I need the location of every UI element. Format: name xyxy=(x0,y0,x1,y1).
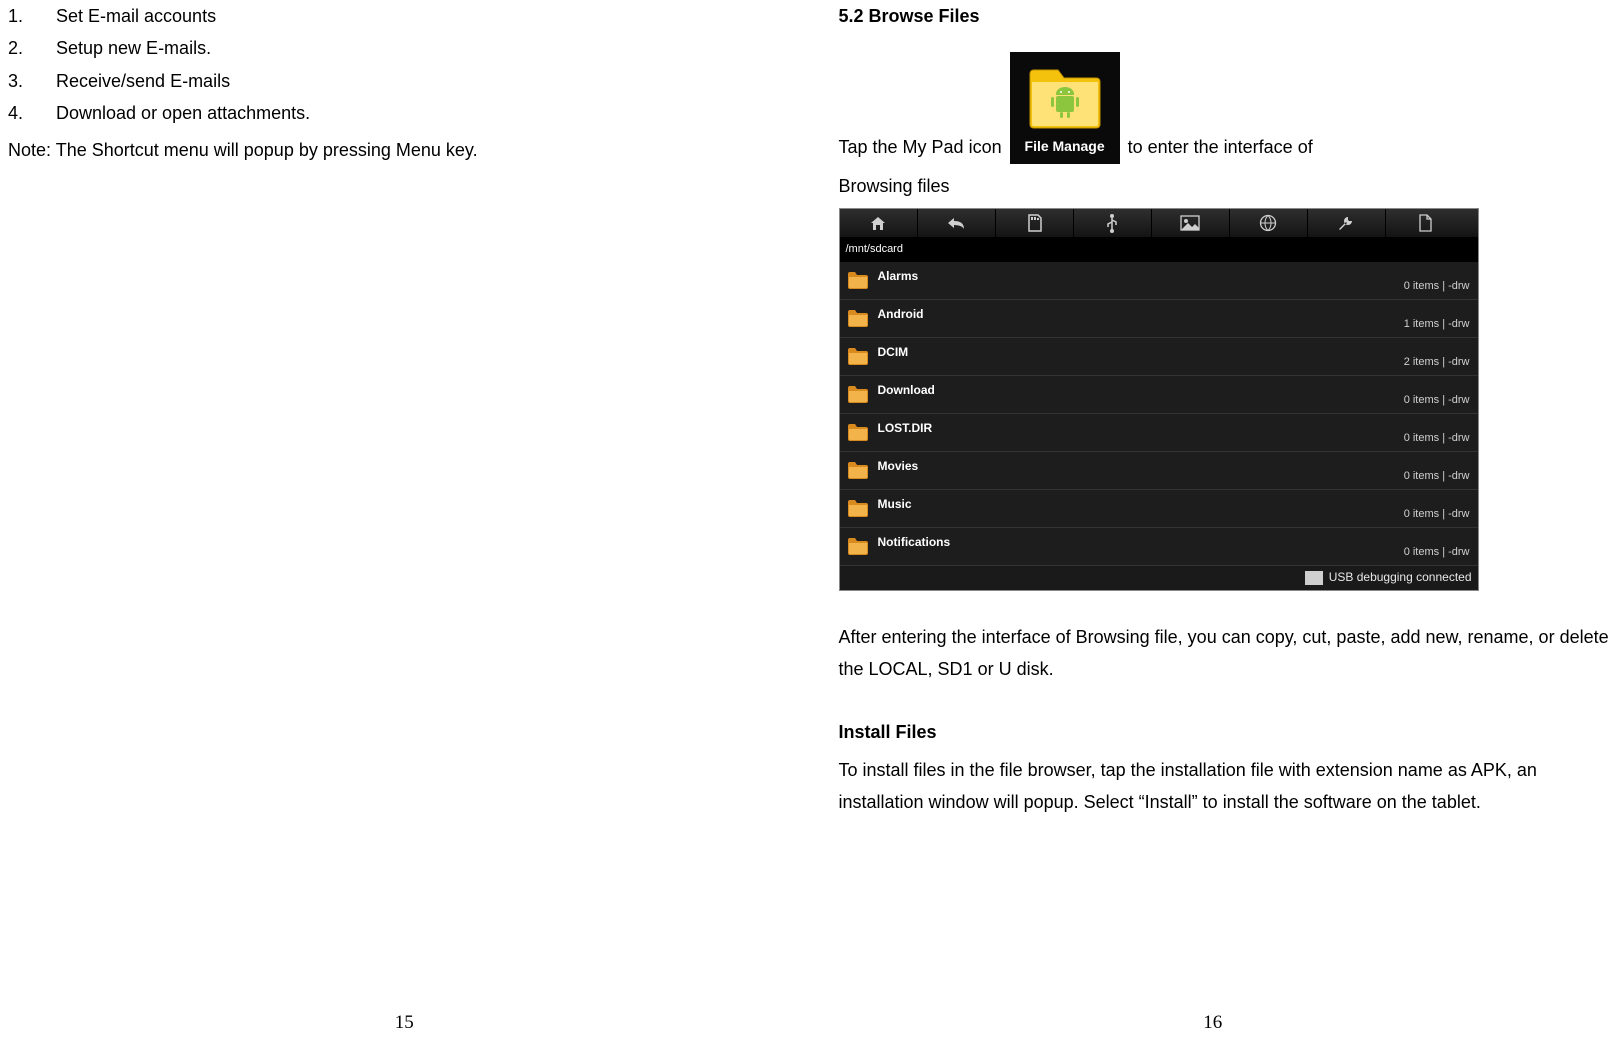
page-number-left: 15 xyxy=(0,1006,809,1040)
folder-android-icon xyxy=(1020,58,1110,132)
note-text: Note: The Shortcut menu will popup by pr… xyxy=(8,134,779,166)
file-name: Download xyxy=(878,380,935,402)
toolbar-home-icon[interactable] xyxy=(840,209,918,237)
list-text: Set E-mail accounts xyxy=(56,6,216,26)
list-item: 4. Download or open attachments. xyxy=(56,97,779,129)
file-manager-rows: Alarms 0 items | -drw Android 1 items | -dr… xyxy=(840,262,1478,566)
file-manager-toolbar xyxy=(840,209,1478,238)
toolbar-sdcard-icon[interactable] xyxy=(996,209,1074,237)
file-name: Alarms xyxy=(878,266,919,288)
install-files-heading: Install Files xyxy=(839,716,1610,748)
file-name: Android xyxy=(878,304,924,326)
file-name: Notifications xyxy=(878,532,951,554)
file-row[interactable]: Notifications 0 items | -drw xyxy=(840,528,1478,566)
file-name: Music xyxy=(878,494,912,516)
folder-icon xyxy=(846,496,870,528)
file-meta: 0 items | -drw xyxy=(1404,543,1470,563)
toolbar-newfile-icon[interactable] xyxy=(1386,209,1464,237)
file-meta: 0 items | -drw xyxy=(1404,277,1470,297)
file-meta: 1 items | -drw xyxy=(1404,315,1470,335)
usb-status-icon xyxy=(1305,571,1323,585)
folder-icon xyxy=(846,382,870,414)
folder-icon xyxy=(846,458,870,490)
list-number: 1. xyxy=(8,0,38,32)
list-number: 2. xyxy=(8,32,38,64)
list-text: Receive/send E-mails xyxy=(56,71,230,91)
email-steps-list: 1. Set E-mail accounts 2. Setup new E-ma… xyxy=(8,0,779,130)
tap-my-pad-line: Tap the My Pad icon xyxy=(839,52,1610,163)
file-manager-path: /mnt/sdcard xyxy=(840,238,1478,262)
list-number: 4. xyxy=(8,97,38,129)
list-text: Setup new E-mails. xyxy=(56,38,211,58)
left-column: 1. Set E-mail accounts 2. Setup new E-ma… xyxy=(0,0,809,1050)
page-number-right: 16 xyxy=(809,1006,1617,1040)
file-name: Movies xyxy=(878,456,919,478)
install-files-body: To install files in the file browser, ta… xyxy=(839,754,1610,819)
file-meta: 0 items | -drw xyxy=(1404,391,1470,411)
folder-icon xyxy=(846,420,870,452)
folder-icon xyxy=(846,268,870,300)
folder-icon xyxy=(846,306,870,338)
tap-line-post: to enter the interface of xyxy=(1128,131,1313,163)
file-manage-app-icon: File Manage xyxy=(1010,52,1120,163)
file-meta: 0 items | -drw xyxy=(1404,505,1470,525)
usb-status-label: USB debugging connected xyxy=(1329,567,1472,589)
file-meta: 0 items | -drw xyxy=(1404,429,1470,449)
tap-line-cont: Browsing files xyxy=(839,170,1610,202)
file-row[interactable]: Music 0 items | -drw xyxy=(840,490,1478,528)
toolbar-wrench-icon[interactable] xyxy=(1308,209,1386,237)
file-row[interactable]: Download 0 items | -drw xyxy=(840,376,1478,414)
folder-icon xyxy=(846,534,870,566)
file-meta: 2 items | -drw xyxy=(1404,353,1470,373)
file-name: DCIM xyxy=(878,342,909,364)
list-number: 3. xyxy=(8,65,38,97)
list-item: 3. Receive/send E-mails xyxy=(56,65,779,97)
toolbar-image-icon[interactable] xyxy=(1152,209,1230,237)
section-title: 5.2 Browse Files xyxy=(839,0,1610,32)
file-row[interactable]: DCIM 2 items | -drw xyxy=(840,338,1478,376)
file-manager-statusbar: USB debugging connected xyxy=(840,566,1478,590)
right-column: 5.2 Browse Files Tap the My Pad icon xyxy=(809,0,1617,1050)
file-meta: 0 items | -drw xyxy=(1404,467,1470,487)
list-item: 1. Set E-mail accounts xyxy=(56,0,779,32)
file-manage-icon-label: File Manage xyxy=(1025,134,1105,159)
file-row[interactable]: LOST.DIR 0 items | -drw xyxy=(840,414,1478,452)
toolbar-globe-icon[interactable] xyxy=(1230,209,1308,237)
browse-after-paragraph: After entering the interface of Browsing… xyxy=(839,621,1610,686)
file-row[interactable]: Alarms 0 items | -drw xyxy=(840,262,1478,300)
toolbar-back-icon[interactable] xyxy=(918,209,996,237)
file-row[interactable]: Android 1 items | -drw xyxy=(840,300,1478,338)
folder-icon xyxy=(846,344,870,376)
list-text: Download or open attachments. xyxy=(56,103,310,123)
toolbar-usb-icon[interactable] xyxy=(1074,209,1152,237)
file-name: LOST.DIR xyxy=(878,418,933,440)
list-item: 2. Setup new E-mails. xyxy=(56,32,779,64)
tap-line-pre: Tap the My Pad icon xyxy=(839,131,1002,163)
file-row[interactable]: Movies 0 items | -drw xyxy=(840,452,1478,490)
file-manager-screenshot: /mnt/sdcard Alarms 0 items | -drw Android 1… xyxy=(839,208,1479,591)
